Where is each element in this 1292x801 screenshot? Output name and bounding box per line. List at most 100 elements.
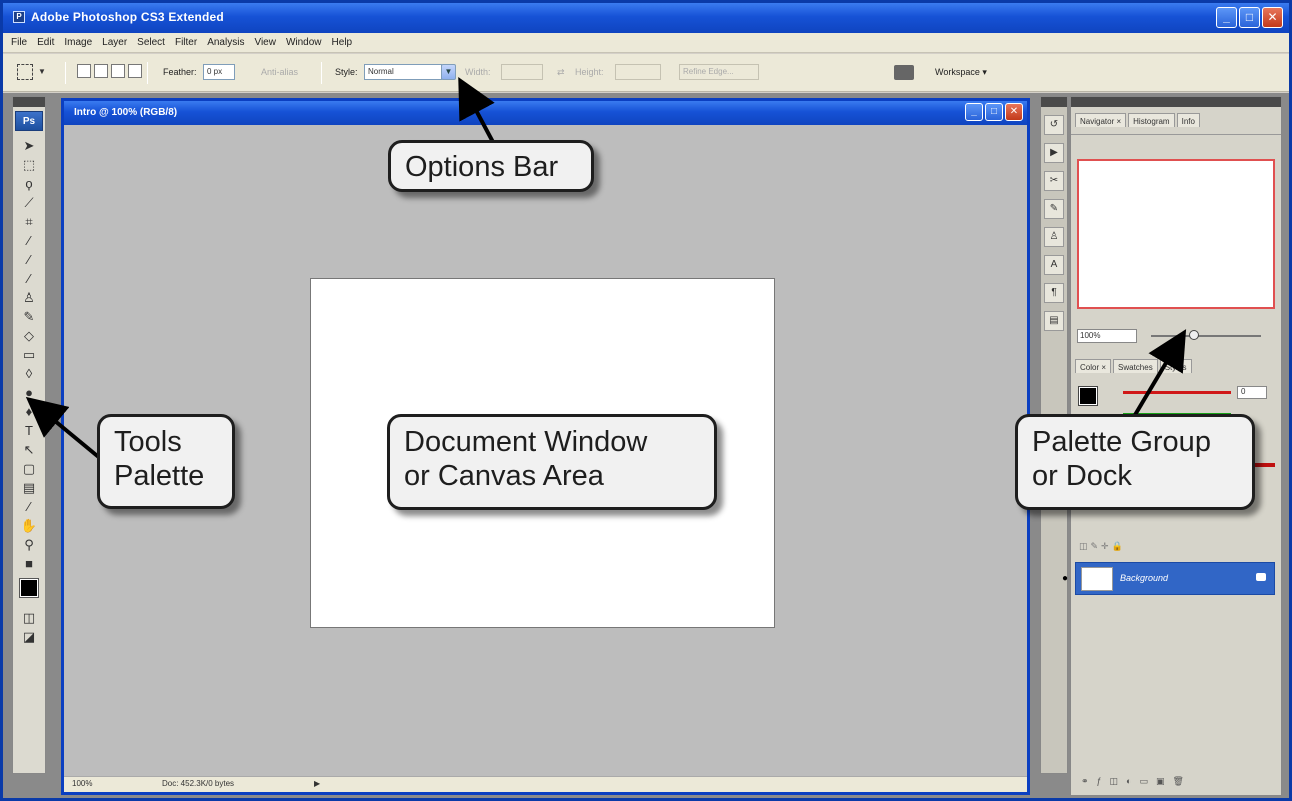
menu-edit[interactable]: Edit <box>37 37 54 48</box>
zoom-slider-handle[interactable] <box>1189 330 1199 340</box>
menu-window[interactable]: Window <box>286 37 322 48</box>
options-divider <box>321 62 322 84</box>
document-maximize-button[interactable]: □ <box>985 103 1003 121</box>
menu-layer[interactable]: Layer <box>102 37 127 48</box>
tab-histogram[interactable]: Histogram <box>1128 113 1175 127</box>
options-divider <box>65 62 66 84</box>
clone-stamp-tool-icon[interactable]: ♙ <box>18 289 40 307</box>
layer-footer-buttons[interactable]: ⚭ƒ◫◐▭▣🗑 <box>1081 776 1192 787</box>
navigator-preview[interactable] <box>1077 159 1275 309</box>
tab-color[interactable]: Color × <box>1075 359 1112 373</box>
red-slider[interactable] <box>1123 391 1231 394</box>
menu-image[interactable]: Image <box>64 37 92 48</box>
feather-label: Feather: <box>163 67 197 77</box>
tab-navigator[interactable]: Navigator × <box>1075 113 1127 127</box>
foreground-color-swatch[interactable] <box>19 578 39 598</box>
screen-mode-icon[interactable]: ◪ <box>18 628 40 646</box>
palette-well-icon[interactable] <box>894 65 914 80</box>
refine-edge-button[interactable]: Refine Edge... <box>679 64 759 80</box>
maximize-button[interactable]: □ <box>1239 7 1260 28</box>
new-selection-icon[interactable] <box>77 64 91 78</box>
minimize-button[interactable]: _ <box>1216 7 1237 28</box>
menu-analysis[interactable]: Analysis <box>207 37 244 48</box>
layer-comps-icon[interactable]: ▤ <box>1044 311 1064 331</box>
antialias-checkbox[interactable]: Anti-alias <box>261 67 298 77</box>
palette-grip[interactable] <box>1041 97 1067 107</box>
feather-input[interactable]: 0 px <box>203 64 235 80</box>
subtract-selection-icon[interactable] <box>111 64 125 78</box>
pen-tool-icon[interactable]: ♦ <box>18 403 40 421</box>
dodge-tool-icon[interactable]: ● <box>18 384 40 402</box>
status-menu-arrow-icon[interactable]: ▶ <box>314 779 320 788</box>
document-callout-line1: Document Window <box>404 426 648 458</box>
layer-row[interactable]: ● Background <box>1062 562 1275 595</box>
clone-source-icon[interactable]: ♙ <box>1044 227 1064 247</box>
lock-icon <box>1256 573 1266 581</box>
path-selection-tool-icon[interactable]: ↖ <box>18 441 40 459</box>
chevron-down-icon[interactable]: ▼ <box>441 64 456 80</box>
width-input[interactable] <box>501 64 543 80</box>
style-select[interactable]: Normal <box>364 64 442 80</box>
palette-grip[interactable] <box>13 97 45 107</box>
window-controls: _ □ ✕ <box>1216 7 1283 28</box>
lasso-tool-icon[interactable]: ϙ <box>18 175 40 193</box>
quick-selection-tool-icon[interactable]: ⟋ <box>18 194 40 212</box>
zoom-tool-icon[interactable]: ⚲ <box>18 536 40 554</box>
character-icon[interactable]: A <box>1044 255 1064 275</box>
tab-styles[interactable]: Styles <box>1159 359 1192 373</box>
menu-filter[interactable]: Filter <box>175 37 197 48</box>
shape-tool-icon[interactable]: ▢ <box>18 460 40 478</box>
visibility-eye-icon[interactable]: ● <box>1062 573 1068 584</box>
tab-info[interactable]: Info <box>1176 113 1200 127</box>
close-button[interactable]: ✕ <box>1262 7 1283 28</box>
height-input[interactable] <box>615 64 661 80</box>
menu-select[interactable]: Select <box>137 37 165 48</box>
palette-grip[interactable] <box>1071 97 1281 107</box>
document-callout: Document Window or Canvas Area <box>387 414 717 510</box>
color-foreground-swatch[interactable] <box>1078 386 1098 406</box>
notes-tool-icon[interactable]: ▤ <box>18 479 40 497</box>
dock-callout-line2: or Dock <box>1032 460 1132 493</box>
blur-tool-icon[interactable]: ◊ <box>18 365 40 383</box>
swap-dimensions-icon[interactable]: ⇄ <box>557 67 565 78</box>
menu-help[interactable]: Help <box>332 37 353 48</box>
menu-view[interactable]: View <box>254 37 276 48</box>
workspace-menu[interactable]: Workspace ▾ <box>935 67 987 78</box>
crop-tool-icon[interactable]: ⌗ <box>18 213 40 231</box>
red-value-input[interactable]: 0 <box>1237 386 1267 399</box>
app-icon: P <box>13 11 25 23</box>
marquee-tool-icon[interactable]: ⬚ <box>18 156 40 174</box>
tools-palette-callout: Tools Palette <box>97 414 235 509</box>
add-selection-icon[interactable] <box>94 64 108 78</box>
eraser-tool-icon[interactable]: ◇ <box>18 327 40 345</box>
eyedropper-tool-icon[interactable]: ∕ <box>18 498 40 516</box>
history-icon[interactable]: ↺ <box>1044 115 1064 135</box>
intersect-selection-icon[interactable] <box>128 64 142 78</box>
options-bar: ▼ Feather: 0 px Anti-alias Style: Normal… <box>3 54 1289 92</box>
move-tool-icon[interactable]: ➤ <box>18 137 40 155</box>
brushes-icon[interactable]: ✎ <box>1044 199 1064 219</box>
history-brush-tool-icon[interactable]: ✎ <box>18 308 40 326</box>
navigator-zoom-input[interactable]: 100% <box>1077 329 1137 343</box>
type-tool-icon[interactable]: T <box>18 422 40 440</box>
tool-presets-icon[interactable]: ✂ <box>1044 171 1064 191</box>
menu-file[interactable]: File <box>11 37 27 48</box>
document-close-button[interactable]: ✕ <box>1005 103 1023 121</box>
actions-icon[interactable]: ▶ <box>1044 143 1064 163</box>
tab-swatches[interactable]: Swatches <box>1113 359 1158 373</box>
zoom-level[interactable]: 100% <box>72 779 92 788</box>
tool-preset-dropdown-icon[interactable]: ▼ <box>38 67 46 76</box>
gradient-tool-icon[interactable]: ▭ <box>18 346 40 364</box>
default-colors-icon[interactable]: ■ <box>18 555 40 573</box>
photoshop-logo[interactable]: Ps <box>15 111 43 131</box>
layer-lock-icons[interactable]: ◫✎✛🔒 <box>1079 541 1126 552</box>
brush-tool-icon[interactable]: ∕ <box>18 270 40 288</box>
navigator-zoom-slider[interactable] <box>1151 335 1261 337</box>
rectangular-marquee-icon[interactable] <box>17 64 33 80</box>
quick-mask-icon[interactable]: ◫ <box>18 609 40 627</box>
document-minimize-button[interactable]: _ <box>965 103 983 121</box>
paragraph-icon[interactable]: ¶ <box>1044 283 1064 303</box>
hand-tool-icon[interactable]: ✋ <box>18 517 40 535</box>
slice-tool-icon[interactable]: ⁄ <box>18 232 40 250</box>
healing-brush-tool-icon[interactable]: ⁄ <box>18 251 40 269</box>
